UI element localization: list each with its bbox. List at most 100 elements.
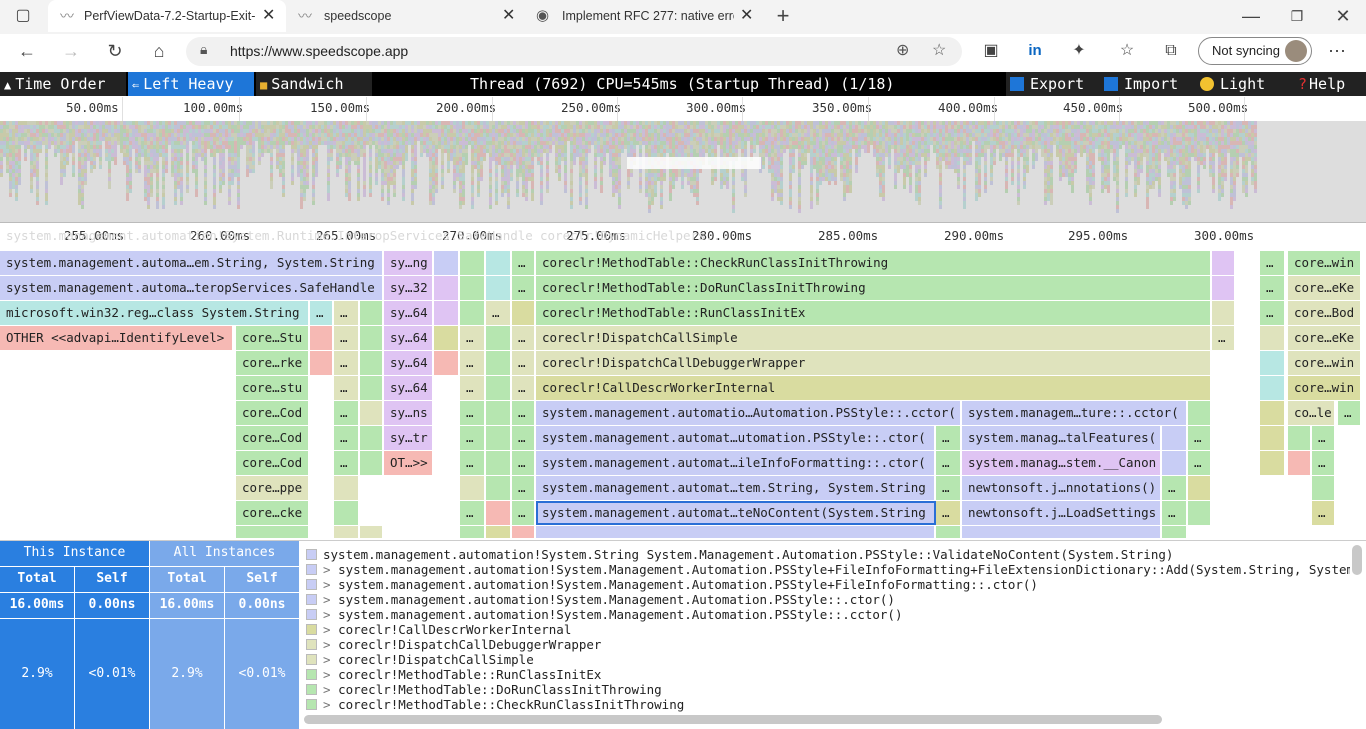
flame-frame[interactable] xyxy=(1162,451,1188,475)
flame-frame[interactable] xyxy=(236,526,310,538)
stack-frame-row[interactable]: > coreclr!CallDescrWorkerInternal xyxy=(306,622,571,637)
flame-frame[interactable]: … xyxy=(460,351,486,375)
flame-frame[interactable]: … xyxy=(334,426,360,450)
flame-frame[interactable]: sy…64 xyxy=(384,351,434,375)
flame-frame[interactable]: coreclr!CallDescrWorkerInternal xyxy=(536,376,1212,400)
flame-frame[interactable] xyxy=(1288,451,1312,475)
stack-frame-row[interactable]: > coreclr!DispatchCallDebuggerWrapper xyxy=(306,637,601,652)
flame-frame[interactable]: newtonsoft.j…nnotations() xyxy=(962,476,1162,500)
flame-frame[interactable]: … xyxy=(460,401,486,425)
flame-frame[interactable] xyxy=(360,351,384,375)
stack-frame-row[interactable]: > system.management.automation!System.Ma… xyxy=(306,577,1038,592)
flame-frame[interactable]: … xyxy=(486,301,512,325)
flame-frame[interactable]: … xyxy=(936,451,962,475)
collections-icon[interactable]: ▣ xyxy=(976,36,1006,66)
flame-frame[interactable]: … xyxy=(460,376,486,400)
expand-chevron-icon[interactable]: > xyxy=(323,577,338,592)
flame-frame[interactable]: system.management.automat…ileInfoFormatt… xyxy=(536,451,936,475)
flame-frame[interactable] xyxy=(486,326,512,350)
stack-scrollbar-vertical[interactable] xyxy=(1352,545,1362,575)
flame-frame[interactable] xyxy=(360,526,384,538)
flame-frame[interactable]: … xyxy=(460,326,486,350)
flame-frame[interactable]: … xyxy=(512,476,536,500)
flame-frame[interactable] xyxy=(460,301,486,325)
flame-frame[interactable] xyxy=(334,526,360,538)
flame-frame[interactable]: coreclr!DispatchCallDebuggerWrapper xyxy=(536,351,1212,375)
expand-chevron-icon[interactable]: > xyxy=(323,667,338,682)
flame-frame[interactable]: … xyxy=(1162,476,1188,500)
flame-frame[interactable] xyxy=(334,501,360,525)
flame-frame[interactable]: … xyxy=(936,476,962,500)
flame-frame[interactable] xyxy=(486,501,512,525)
time-order-button[interactable]: ▲ Time Order xyxy=(0,72,126,96)
flame-frame[interactable] xyxy=(512,301,536,325)
minimize-icon[interactable]: — xyxy=(1236,1,1266,31)
linkedin-icon[interactable]: in xyxy=(1020,36,1050,66)
flame-frame[interactable]: sy…ng xyxy=(384,251,434,275)
extensions-icon[interactable]: ✦ xyxy=(1064,36,1094,66)
flame-frame[interactable] xyxy=(1188,476,1212,500)
flame-frame[interactable]: core…Bod xyxy=(1288,301,1362,325)
flame-frame[interactable]: sy…64 xyxy=(384,301,434,325)
flame-frame[interactable]: core…Cod xyxy=(236,451,310,475)
flame-frame[interactable] xyxy=(1260,451,1286,475)
flame-frame[interactable] xyxy=(360,426,384,450)
forward-icon[interactable]: → xyxy=(56,36,86,66)
flame-frame[interactable]: … xyxy=(334,326,360,350)
stack-scrollbar-horizontal[interactable] xyxy=(304,715,1162,724)
flame-frame[interactable]: coreclr!MethodTable::CheckRunClassInitTh… xyxy=(536,251,1212,275)
flame-frame[interactable]: system.manag…stem.__Canon xyxy=(962,451,1162,475)
flame-frame[interactable] xyxy=(460,276,486,300)
flame-frame[interactable] xyxy=(1162,526,1188,538)
flame-frame[interactable]: coreclr!MethodTable::DoRunClassInitThrow… xyxy=(536,276,1212,300)
flame-minimap[interactable] xyxy=(0,121,1366,223)
stack-frame-row[interactable]: > system.management.automation!System.Ma… xyxy=(306,607,903,622)
flame-frame[interactable] xyxy=(486,251,512,275)
flame-frame[interactable]: … xyxy=(1312,426,1336,450)
favorite-add-icon[interactable]: ☆ xyxy=(932,40,946,60)
flame-frame[interactable] xyxy=(360,326,384,350)
flame-frame[interactable] xyxy=(962,526,1162,538)
new-tab-icon[interactable]: + xyxy=(768,1,798,31)
flame-frame[interactable] xyxy=(434,301,460,325)
flame-frame[interactable]: newtonsoft.j…LoadSettings xyxy=(962,501,1162,525)
flame-frame[interactable] xyxy=(310,326,334,350)
flame-frame[interactable]: system.management.automa…em.String, Syst… xyxy=(0,251,384,275)
tab-github[interactable]: ◉ Implement RFC 277: native error ✕ xyxy=(528,0,764,32)
flame-frame[interactable]: system.management.automat…tem.String, Sy… xyxy=(536,476,936,500)
flame-frame[interactable] xyxy=(486,351,512,375)
flame-frame[interactable]: … xyxy=(1312,501,1336,525)
close-tab-icon[interactable]: ✕ xyxy=(262,0,275,32)
flame-frame[interactable]: … xyxy=(1260,301,1286,325)
flame-frame[interactable] xyxy=(310,351,334,375)
flame-frame[interactable] xyxy=(334,476,360,500)
flame-frame[interactable]: … xyxy=(1312,451,1336,475)
favorites-icon[interactable]: ☆ xyxy=(1112,36,1142,66)
flame-frame[interactable] xyxy=(1212,276,1236,300)
flame-frame[interactable] xyxy=(486,476,512,500)
tab-actions-icon[interactable]: ▢ xyxy=(8,1,38,31)
flame-frame[interactable]: … xyxy=(460,501,486,525)
flame-frame[interactable]: sy…tr xyxy=(384,426,434,450)
flame-frame[interactable]: coreclr!MethodTable::RunClassInitEx xyxy=(536,301,1212,325)
flame-frame[interactable]: … xyxy=(936,501,962,525)
flame-frame[interactable]: core…eKe xyxy=(1288,276,1362,300)
flame-frame[interactable] xyxy=(434,276,460,300)
flame-frame[interactable] xyxy=(1312,476,1336,500)
flame-frame[interactable] xyxy=(486,526,512,538)
flame-frame[interactable]: … xyxy=(512,351,536,375)
flame-frame[interactable]: … xyxy=(1338,401,1362,425)
flame-frame[interactable] xyxy=(486,376,512,400)
flame-frame[interactable]: core…Stu xyxy=(236,326,310,350)
flame-frame[interactable] xyxy=(486,276,512,300)
flame-frame[interactable] xyxy=(1260,426,1286,450)
expand-chevron-icon[interactable]: > xyxy=(323,607,338,622)
flame-frame[interactable] xyxy=(460,476,486,500)
flame-frame[interactable] xyxy=(1260,326,1286,350)
import-button[interactable]: Import xyxy=(1100,72,1196,96)
flame-frame[interactable] xyxy=(360,451,384,475)
flame-frame[interactable]: core…Cod xyxy=(236,426,310,450)
expand-chevron-icon[interactable]: > xyxy=(323,622,338,637)
export-button[interactable]: Export xyxy=(1006,72,1104,96)
left-heavy-button[interactable]: ⇐ Left Heavy xyxy=(128,72,254,96)
